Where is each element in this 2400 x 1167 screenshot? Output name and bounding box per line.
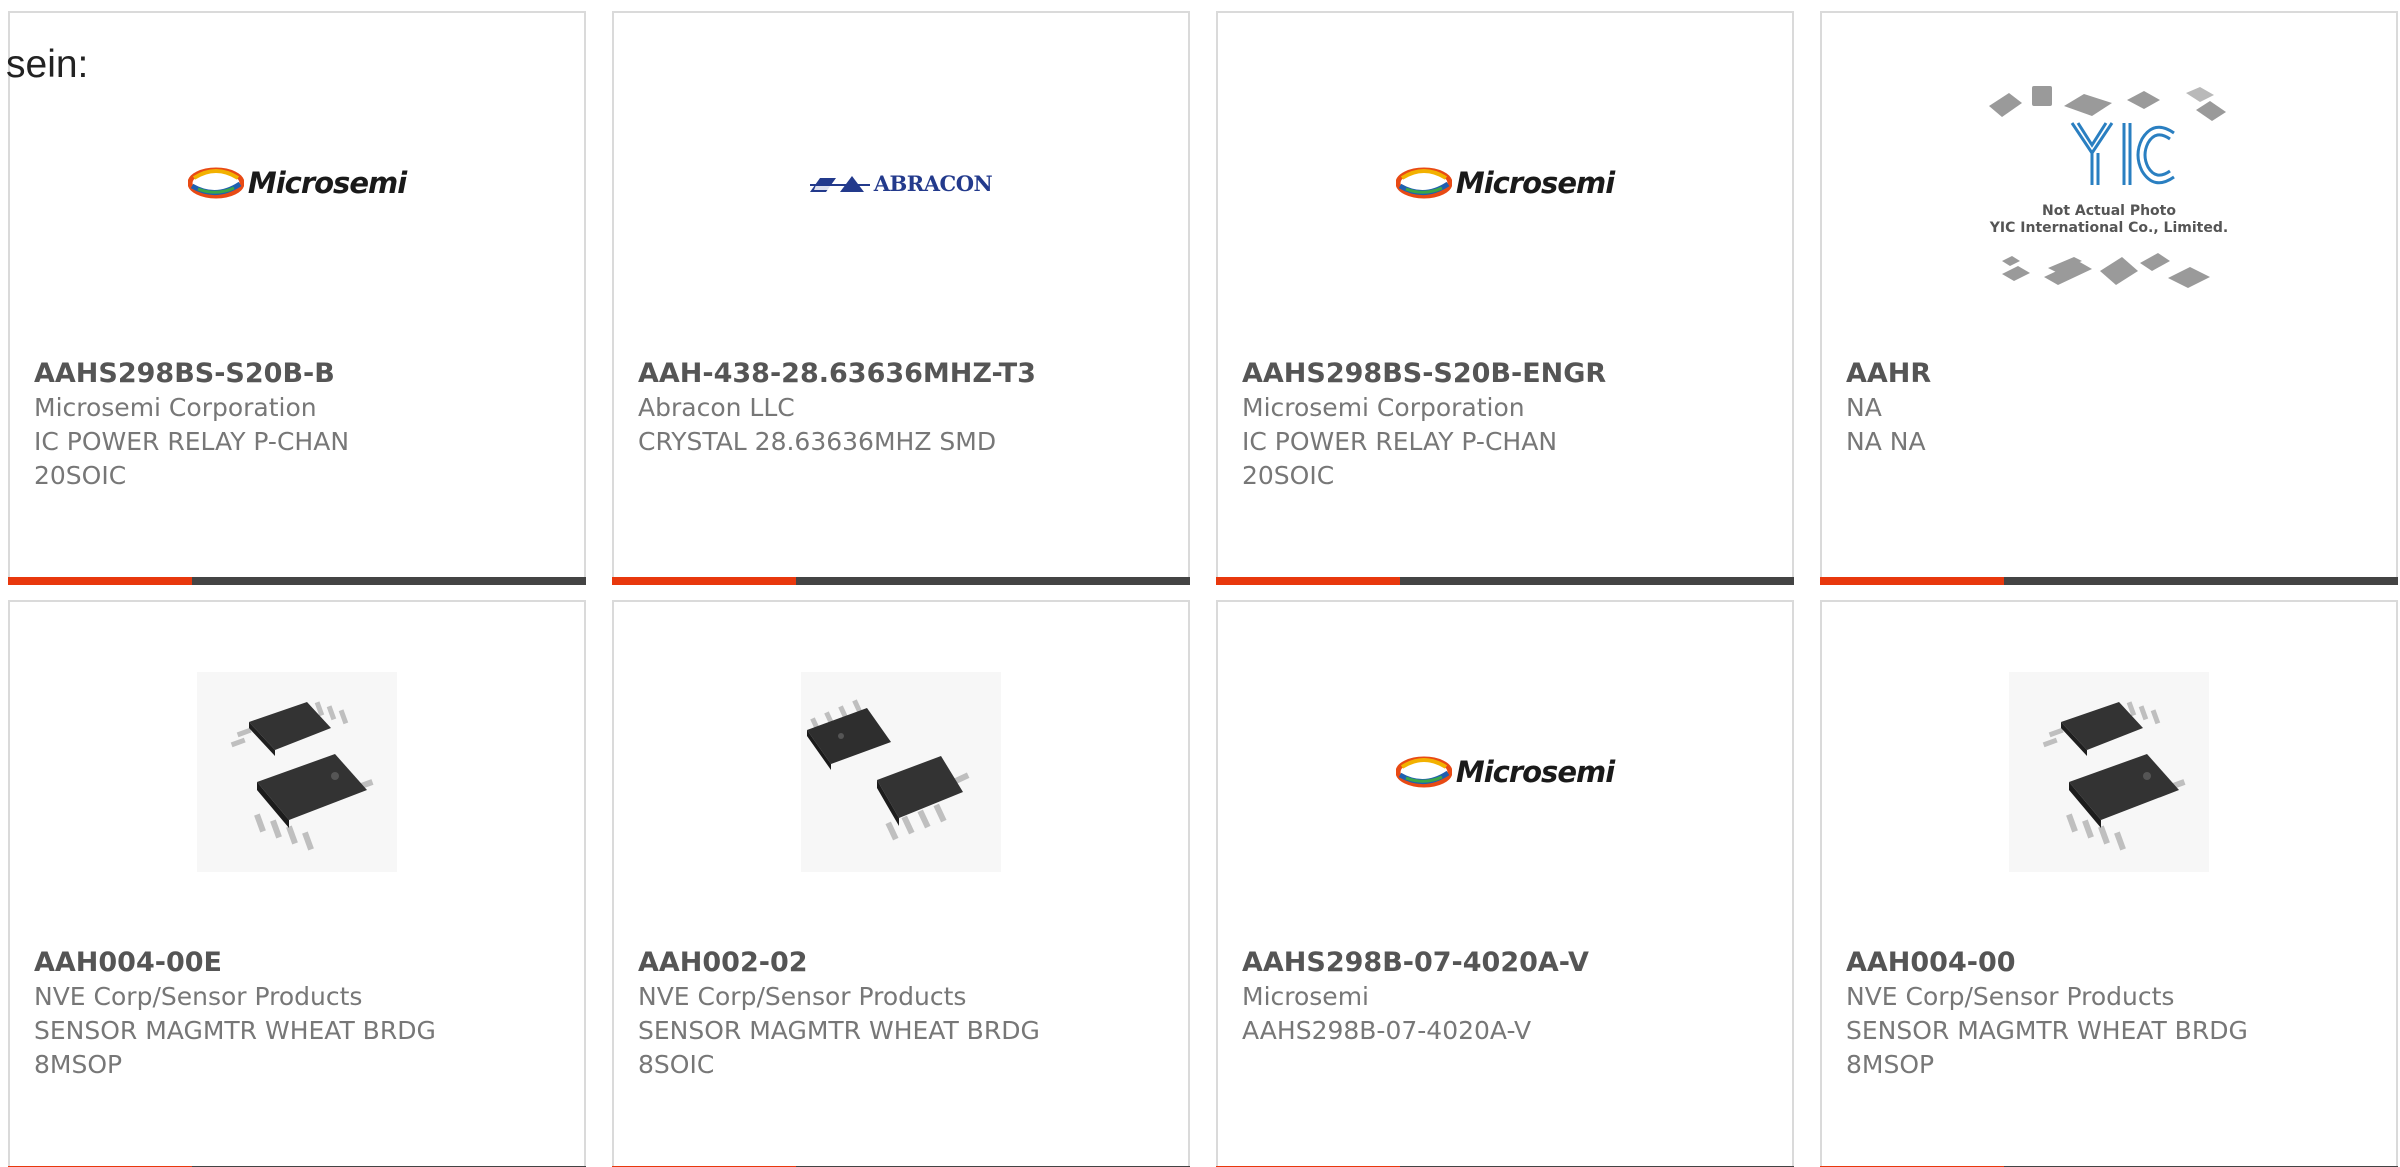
- card-footer-accent: [1216, 577, 1400, 585]
- product-card[interactable]: Microsemi AAHS298B-07-4020A-V Microsemi …: [1216, 600, 1794, 1167]
- product-info: AAHR NA NA NA: [1846, 357, 2372, 459]
- product-card[interactable]: Microsemi AAHS298BS-S20B-B Microsemi Cor…: [8, 11, 586, 585]
- product-image[interactable]: [614, 602, 1188, 942]
- soic-chip-icon: [801, 672, 1001, 872]
- product-info: AAHS298BS-S20B-B Microsemi Corporation I…: [34, 357, 560, 493]
- microsemi-swirl-icon: [1395, 756, 1452, 788]
- part-number[interactable]: AAH-438-28.63636MHZ-T3: [638, 357, 1164, 391]
- product-image[interactable]: Microsemi: [1218, 13, 1792, 353]
- abracon-mark-icon: [809, 176, 870, 192]
- msop-chip-icon: [197, 672, 397, 872]
- product-info: AAH-438-28.63636MHZ-T3 Abracon LLC CRYST…: [638, 357, 1164, 459]
- product-info: AAH004-00 NVE Corp/Sensor Products SENSO…: [1846, 946, 2372, 1082]
- description: AAHS298B-07-4020A-V: [1242, 1016, 1532, 1045]
- description: SENSOR MAGMTR WHEAT BRDG: [638, 1016, 1040, 1045]
- card-footer-bar: [1216, 577, 1794, 585]
- product-card[interactable]: ABRACON AAH-438-28.63636MHZ-T3 Abracon L…: [612, 11, 1190, 585]
- card-footer-bar: [1820, 577, 2398, 585]
- package: 8MSOP: [1846, 1050, 1935, 1079]
- image-caption-line-1: Not Actual Photo: [2042, 203, 2176, 219]
- product-image[interactable]: [1822, 602, 2396, 942]
- manufacturer: Microsemi: [1242, 982, 1369, 1011]
- product-card[interactable]: Microsemi AAHS298BS-S20B-ENGR Microsemi …: [1216, 11, 1794, 585]
- card-footer-accent: [8, 577, 192, 585]
- product-info: AAHS298BS-S20B-ENGR Microsemi Corporatio…: [1242, 357, 1768, 493]
- package: 20SOIC: [34, 461, 127, 490]
- product-card[interactable]: Not Actual Photo YIC International Co., …: [1820, 11, 2398, 585]
- product-card[interactable]: AAH004-00 NVE Corp/Sensor Products SENSO…: [1820, 600, 2398, 1167]
- microsemi-swirl-icon: [1395, 167, 1452, 199]
- abracon-logo: ABRACON: [809, 170, 993, 196]
- product-info: AAH004-00E NVE Corp/Sensor Products SENS…: [34, 946, 560, 1082]
- microsemi-logo-text: Microsemi: [1455, 755, 1615, 789]
- image-caption-line-2: YIC International Co., Limited.: [1989, 220, 2229, 236]
- product-card[interactable]: AAH004-00E NVE Corp/Sensor Products SENS…: [8, 600, 586, 1167]
- manufacturer: NA: [1846, 393, 1882, 422]
- manufacturer: Microsemi Corporation: [1242, 393, 1525, 422]
- description: SENSOR MAGMTR WHEAT BRDG: [1846, 1016, 2248, 1045]
- part-number[interactable]: AAH002-02: [638, 946, 1164, 980]
- product-card[interactable]: AAH002-02 NVE Corp/Sensor Products SENSO…: [612, 600, 1190, 1167]
- part-number[interactable]: AAHS298BS-S20B-ENGR: [1242, 357, 1768, 391]
- description: SENSOR MAGMTR WHEAT BRDG: [34, 1016, 436, 1045]
- product-image[interactable]: Not Actual Photo YIC International Co., …: [1822, 13, 2396, 353]
- abracon-logo-text: ABRACON: [873, 170, 993, 196]
- product-image[interactable]: [10, 602, 584, 942]
- manufacturer: NVE Corp/Sensor Products: [638, 982, 967, 1011]
- chip-placeholder-icon: [1989, 86, 2226, 288]
- product-info: AAH002-02 NVE Corp/Sensor Products SENSO…: [638, 946, 1164, 1082]
- card-footer-bar: [8, 577, 586, 585]
- package: 8MSOP: [34, 1050, 123, 1079]
- product-grid-page: sein: Microsemi AAHS298BS-S20B-B Microse…: [0, 0, 2400, 1167]
- yic-placeholder-image: Not Actual Photo YIC International Co., …: [1974, 63, 2244, 303]
- product-info: AAHS298B-07-4020A-V Microsemi AAHS298B-0…: [1242, 946, 1768, 1048]
- manufacturer: NVE Corp/Sensor Products: [34, 982, 363, 1011]
- product-image[interactable]: ABRACON: [614, 13, 1188, 353]
- product-image[interactable]: Microsemi: [10, 13, 584, 353]
- part-number[interactable]: AAHS298B-07-4020A-V: [1242, 946, 1768, 980]
- microsemi-logo: Microsemi: [1395, 166, 1615, 200]
- part-number[interactable]: AAH004-00: [1846, 946, 2372, 980]
- card-footer-bar: [612, 577, 1190, 585]
- microsemi-swirl-icon: [187, 167, 244, 199]
- part-number[interactable]: AAHR: [1846, 357, 2372, 391]
- card-footer-accent: [612, 577, 796, 585]
- microsemi-logo: Microsemi: [187, 166, 407, 200]
- microsemi-logo-text: Microsemi: [247, 166, 407, 200]
- product-grid: Microsemi AAHS298BS-S20B-B Microsemi Cor…: [0, 0, 2400, 1167]
- product-image[interactable]: Microsemi: [1218, 602, 1792, 942]
- microsemi-logo: Microsemi: [1395, 755, 1615, 789]
- manufacturer: Abracon LLC: [638, 393, 795, 422]
- package: 8SOIC: [638, 1050, 715, 1079]
- description: IC POWER RELAY P-CHAN: [1242, 427, 1558, 456]
- description: IC POWER RELAY P-CHAN: [34, 427, 350, 456]
- card-footer-accent: [1820, 577, 2004, 585]
- part-number[interactable]: AAH004-00E: [34, 946, 560, 980]
- microsemi-logo-text: Microsemi: [1455, 166, 1615, 200]
- manufacturer: Microsemi Corporation: [34, 393, 317, 422]
- intro-text: sein:: [6, 43, 89, 86]
- description: CRYSTAL 28.63636MHZ SMD: [638, 427, 997, 456]
- msop-chip-icon: [2009, 672, 2209, 872]
- description: NA NA: [1846, 427, 1926, 456]
- part-number[interactable]: AAHS298BS-S20B-B: [34, 357, 560, 391]
- package: 20SOIC: [1242, 461, 1335, 490]
- manufacturer: NVE Corp/Sensor Products: [1846, 982, 2175, 1011]
